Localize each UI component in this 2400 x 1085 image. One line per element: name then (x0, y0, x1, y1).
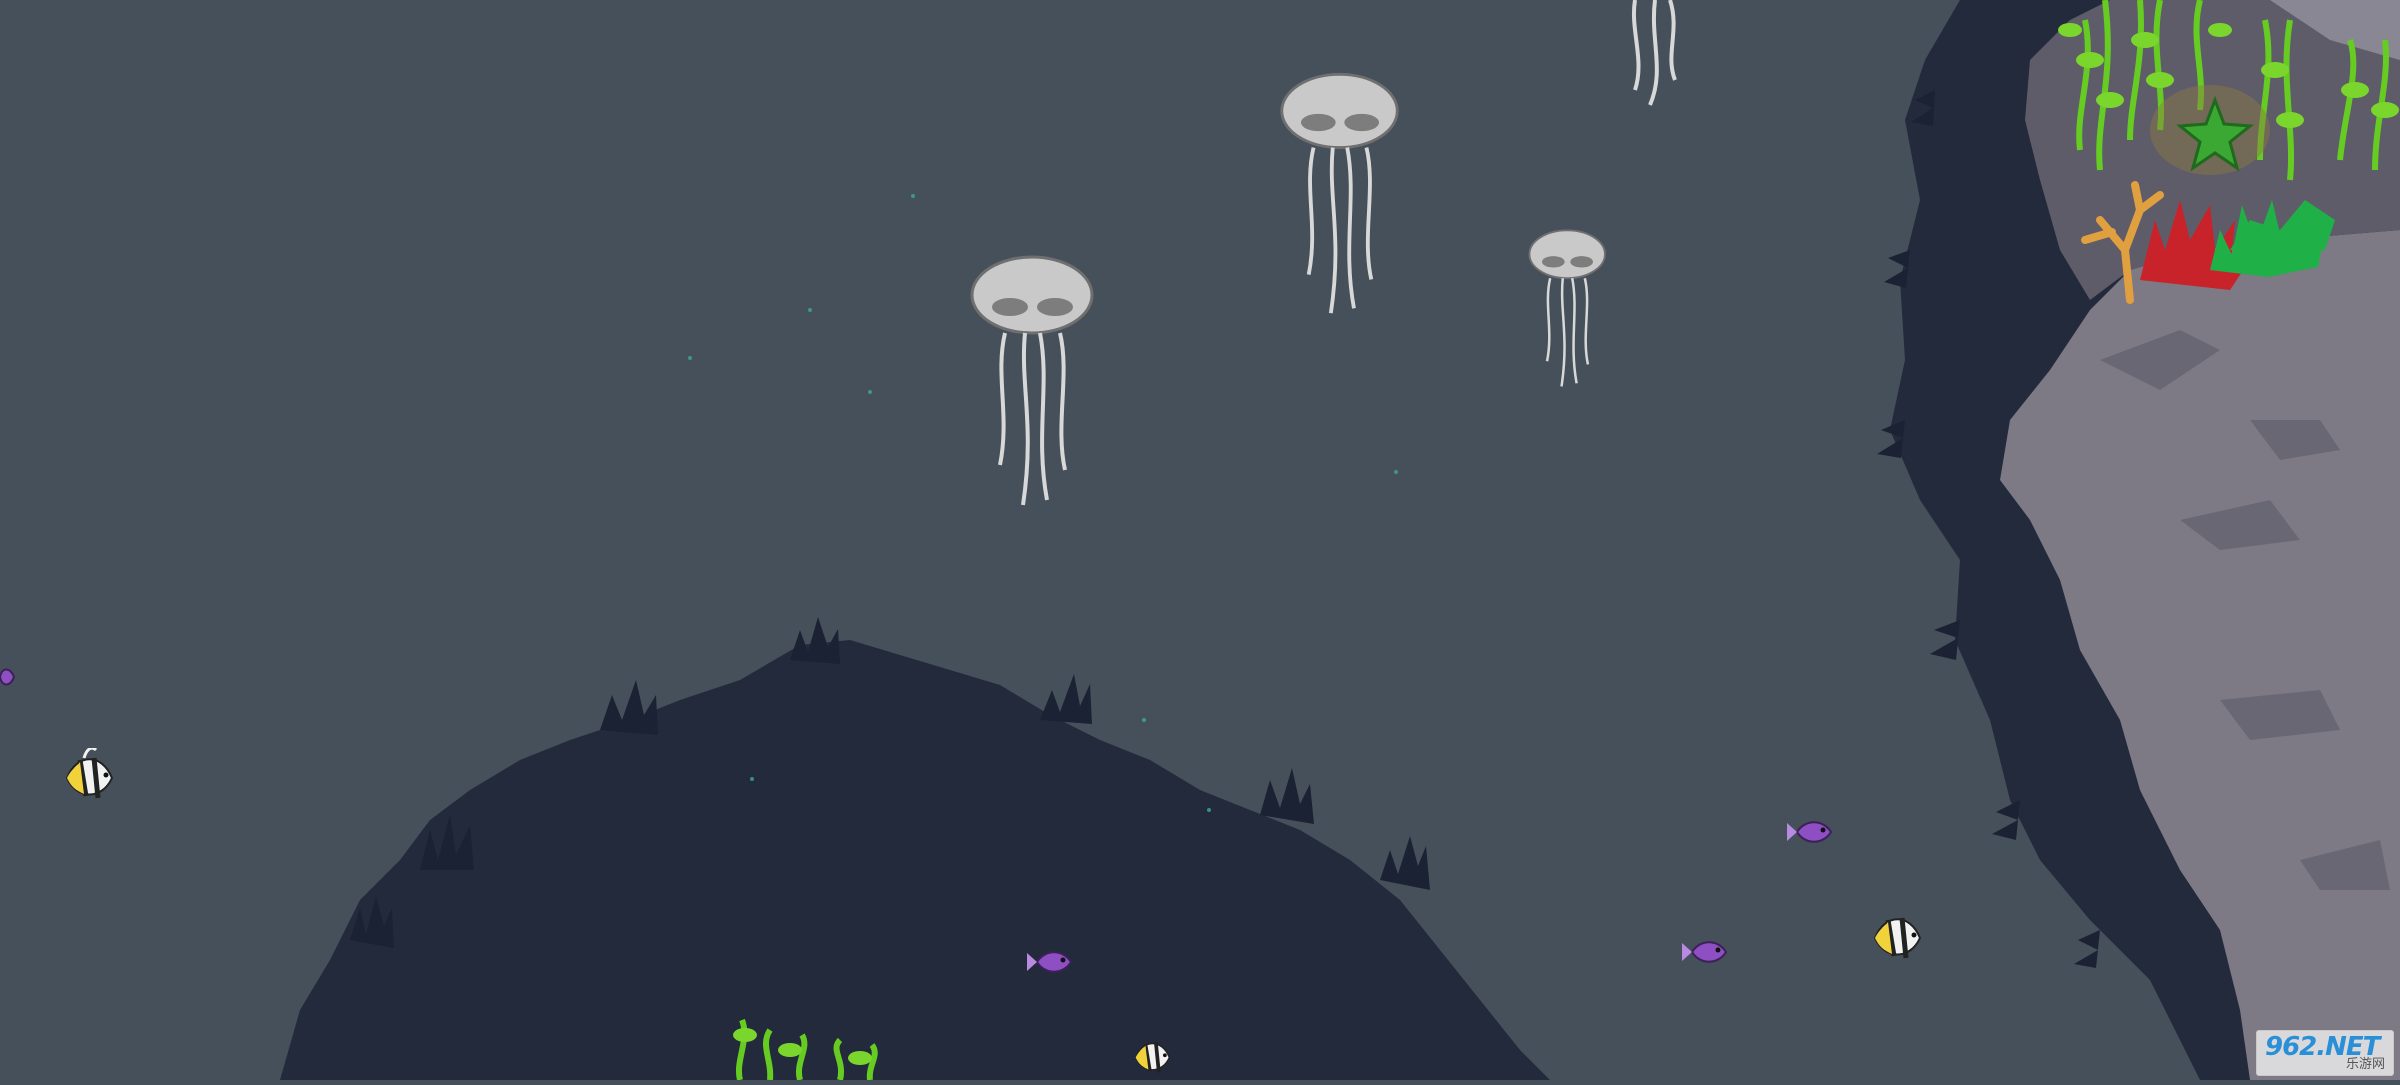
jellyfish (1632, 0, 1677, 106)
watermark: 962.NET 乐游网 (2256, 1030, 2394, 1076)
jellyfish (1280, 72, 1399, 314)
bannerfish (1134, 1042, 1171, 1073)
watermark-sub: 乐游网 (2345, 1057, 2385, 1072)
purple-fish (0, 668, 16, 686)
underwater-background (0, 0, 2400, 1081)
purple-fish (1682, 941, 1728, 963)
bannerfish (65, 748, 114, 799)
bannerfish (1873, 917, 1922, 959)
jellyfish (1528, 229, 1606, 387)
purple-fish (1787, 821, 1833, 843)
purple-fish (1027, 951, 1073, 973)
jellyfish (970, 255, 1094, 506)
game-scene: 962.NET 乐游网 (0, 0, 2400, 1081)
